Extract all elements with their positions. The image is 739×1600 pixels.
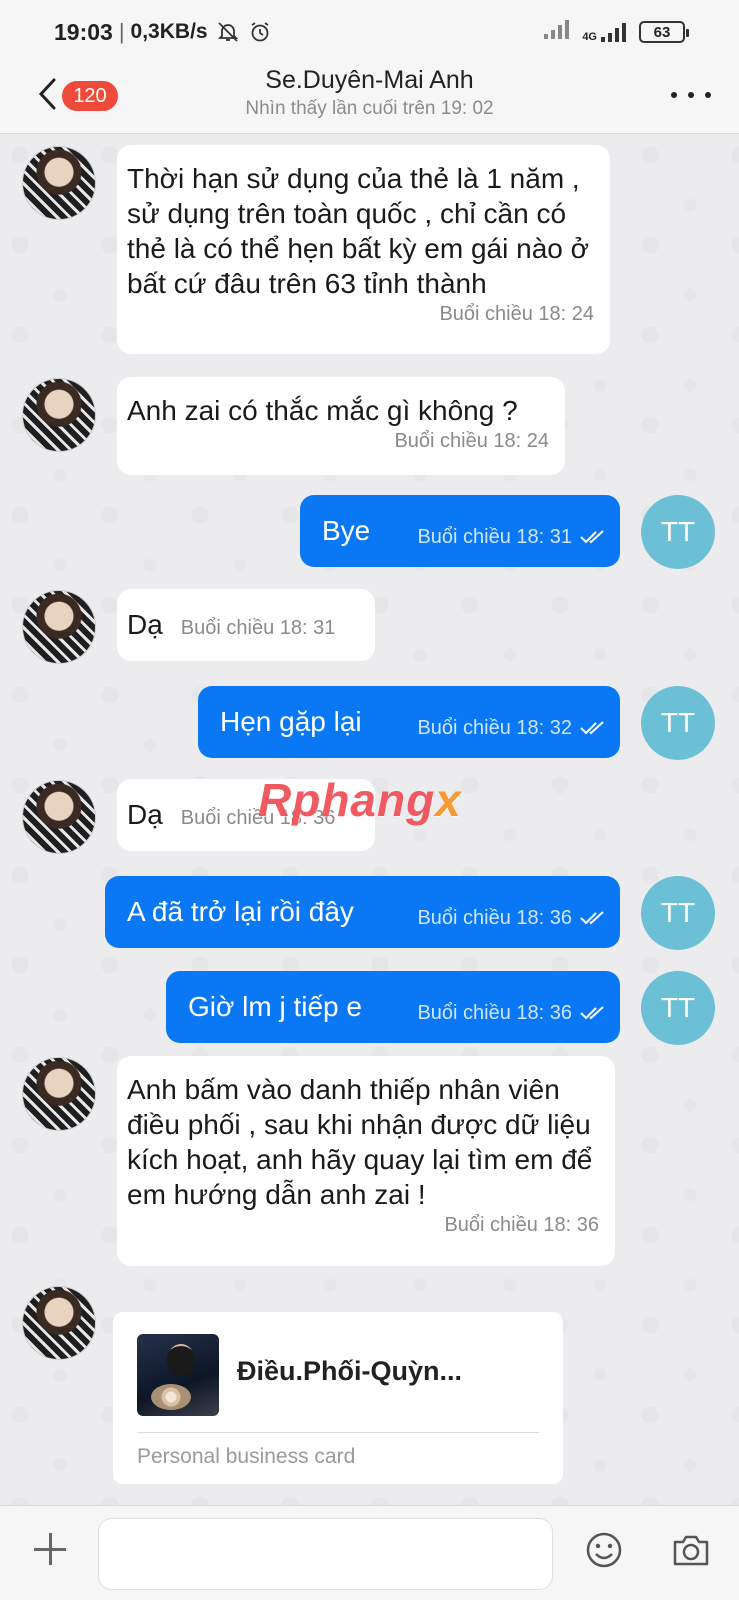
my-avatar[interactable]: TT bbox=[641, 495, 715, 569]
mute-bell-icon bbox=[216, 20, 240, 44]
my-avatar[interactable]: TT bbox=[641, 686, 715, 760]
incoming-message[interactable]: Thời hạn sử dụng của thẻ là 1 năm , sử d… bbox=[117, 145, 610, 354]
incoming-message[interactable]: Anh zai có thắc mắc gì không ? Buổi chiề… bbox=[117, 377, 565, 475]
card-avatar bbox=[137, 1334, 219, 1416]
message-text: Anh bấm vào danh thiếp nhân viên điều ph… bbox=[127, 1074, 593, 1210]
outgoing-message[interactable]: Giờ lm j tiếp e Buổi chiều 18: 36 bbox=[166, 971, 620, 1043]
message-text: Dạ bbox=[127, 609, 163, 640]
card-divider bbox=[137, 1432, 539, 1433]
message-text: Dạ bbox=[127, 799, 163, 830]
contact-avatar[interactable] bbox=[22, 780, 96, 854]
input-bar bbox=[0, 1505, 739, 1600]
status-speed: 0,3KB/s bbox=[130, 20, 208, 43]
signal-4g-icon: 4G bbox=[582, 21, 629, 43]
plus-icon[interactable] bbox=[32, 1531, 68, 1567]
contact-avatar[interactable] bbox=[22, 1286, 96, 1360]
message-time: Buổi chiều 18: 24 bbox=[394, 430, 549, 452]
message-time: Buổi chiều 18: 36 bbox=[444, 1214, 599, 1236]
more-icon[interactable] bbox=[671, 80, 711, 110]
contact-avatar[interactable] bbox=[22, 146, 96, 220]
camera-icon[interactable] bbox=[670, 1530, 712, 1570]
message-text: Thời hạn sử dụng của thẻ là 1 năm , sử d… bbox=[127, 163, 589, 299]
card-type-label: Personal business card bbox=[137, 1445, 356, 1468]
message-text: Giờ lm j tiếp e bbox=[188, 991, 362, 1022]
incoming-message[interactable]: Dạ Buổi chiều 18: 31 bbox=[117, 589, 375, 661]
double-check-icon bbox=[580, 911, 606, 925]
card-name: Điều.Phối-Quỳn... bbox=[237, 1356, 463, 1386]
outgoing-message[interactable]: A đã trở lại rồi đây Buổi chiều 18: 36 bbox=[105, 876, 620, 948]
status-time: 19:03 bbox=[54, 18, 113, 45]
message-time: Buổi chiều 18: 31 bbox=[180, 617, 336, 639]
outgoing-message[interactable]: Hẹn gặp lại Buổi chiều 18: 32 bbox=[198, 686, 620, 758]
message-time: Buổi chiều 18: 36 bbox=[417, 906, 572, 929]
message-text: Hẹn gặp lại bbox=[220, 706, 362, 737]
chat-header: 120 Se.Duyên-Mai Anh Nhìn thấy lần cuối … bbox=[0, 64, 739, 134]
double-check-icon bbox=[580, 721, 606, 735]
contact-avatar[interactable] bbox=[22, 1057, 96, 1131]
incoming-message[interactable]: Anh bấm vào danh thiếp nhân viên điều ph… bbox=[117, 1056, 615, 1266]
alarm-icon bbox=[248, 20, 272, 44]
message-text: A đã trở lại rồi đây bbox=[127, 896, 354, 927]
my-avatar[interactable]: TT bbox=[641, 876, 715, 950]
message-text: Bye bbox=[322, 515, 371, 546]
watermark-logo: Rphangx bbox=[258, 774, 462, 826]
outgoing-message[interactable]: Bye Buổi chiều 18: 31 bbox=[300, 495, 620, 567]
message-time: Buổi chiều 18: 31 bbox=[417, 525, 572, 548]
last-seen-text: Nhìn thấy lần cuối trên 19: 02 bbox=[245, 98, 494, 119]
status-bar: 19:03 | 0,3KB/s 4G 63 bbox=[0, 0, 739, 64]
contact-avatar[interactable] bbox=[22, 378, 96, 452]
my-avatar[interactable]: TT bbox=[641, 971, 715, 1045]
message-input[interactable] bbox=[98, 1518, 553, 1590]
contact-avatar[interactable] bbox=[22, 590, 96, 664]
message-time: Buổi chiều 18: 24 bbox=[439, 303, 594, 325]
business-card-message[interactable]: Điều.Phối-Quỳn... Personal business card bbox=[113, 1312, 563, 1484]
signal-icon bbox=[542, 18, 572, 46]
double-check-icon bbox=[580, 530, 606, 544]
message-time: Buổi chiều 18: 32 bbox=[417, 716, 572, 739]
double-check-icon bbox=[580, 1006, 606, 1020]
message-text: Anh zai có thắc mắc gì không ? bbox=[127, 395, 518, 426]
chat-title: Se.Duyên-Mai Anh bbox=[265, 66, 474, 94]
battery-icon: 63 bbox=[639, 21, 689, 43]
message-time: Buổi chiều 18: 36 bbox=[417, 1001, 572, 1024]
emoji-icon[interactable] bbox=[584, 1530, 624, 1570]
